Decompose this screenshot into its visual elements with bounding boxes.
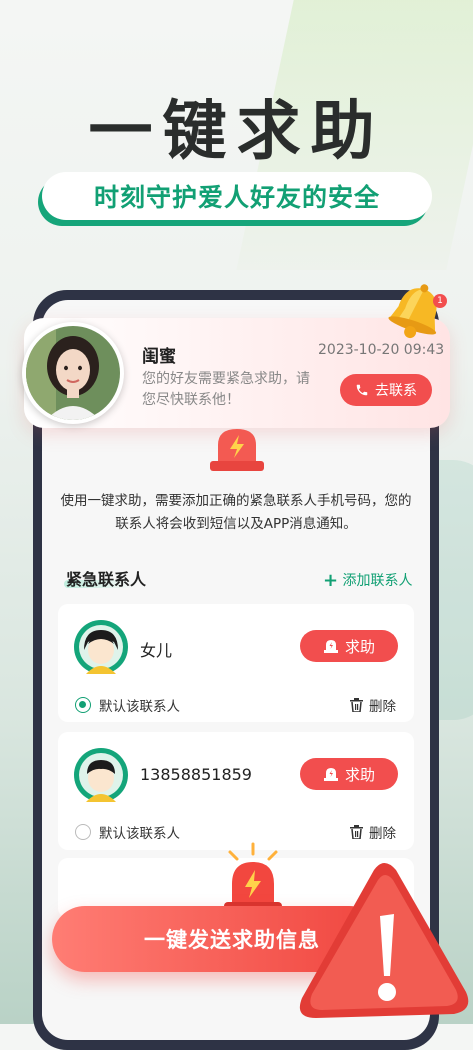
- siren-icon: [323, 640, 338, 653]
- delete-label: 删除: [369, 699, 396, 715]
- default-label: 默认该联系人: [99, 699, 180, 715]
- bell-icon: [388, 284, 437, 339]
- info-text: 使用一键求助，需要添加正确的紧急联系人手机号码，您的联系人将会收到短信以及APP…: [60, 493, 412, 532]
- alarm-siren-icon: [224, 842, 282, 912]
- warning-icon: [299, 863, 469, 1018]
- section-title: 紧急联系人: [66, 570, 147, 589]
- hero-title: 一键求助: [88, 95, 385, 169]
- contact-name: 13858851859: [140, 765, 252, 784]
- girl-avatar-icon: [74, 620, 128, 674]
- hero-subtitle: 时刻守护爱人好友的安全: [42, 172, 432, 220]
- trash-icon: [350, 825, 363, 839]
- go-contact-button[interactable]: 去联系: [340, 374, 432, 406]
- friend-avatar: [22, 322, 124, 424]
- delete-button[interactable]: 删除: [350, 822, 396, 842]
- help-button[interactable]: 求助: [300, 630, 398, 662]
- boy-avatar-icon: [74, 748, 128, 802]
- default-label: 默认该联系人: [99, 826, 180, 842]
- delete-label: 删除: [369, 826, 396, 842]
- friend-photo-icon: [26, 326, 120, 420]
- default-radio[interactable]: [75, 824, 91, 840]
- help-button[interactable]: 求助: [300, 758, 398, 790]
- help-label: 求助: [344, 637, 375, 656]
- add-contact-button[interactable]: + 添加联系人: [323, 570, 413, 591]
- go-contact-label: 去联系: [375, 383, 417, 399]
- trash-icon: [350, 698, 363, 712]
- contact-name: 女儿: [140, 641, 173, 660]
- delete-button[interactable]: 删除: [350, 695, 396, 715]
- phone-icon: [356, 384, 368, 396]
- help-label: 求助: [344, 765, 375, 784]
- notification-name: 闺蜜: [142, 347, 176, 367]
- plus-icon: +: [323, 570, 339, 591]
- siren-icon: [210, 429, 264, 471]
- bell-badge: 1: [433, 294, 447, 308]
- default-radio[interactable]: [75, 697, 91, 713]
- notification-message: 您的好友需要紧急求助，请您尽快联系他！: [142, 371, 310, 408]
- add-contact-label: 添加联系人: [342, 573, 413, 589]
- siren-icon: [323, 768, 338, 781]
